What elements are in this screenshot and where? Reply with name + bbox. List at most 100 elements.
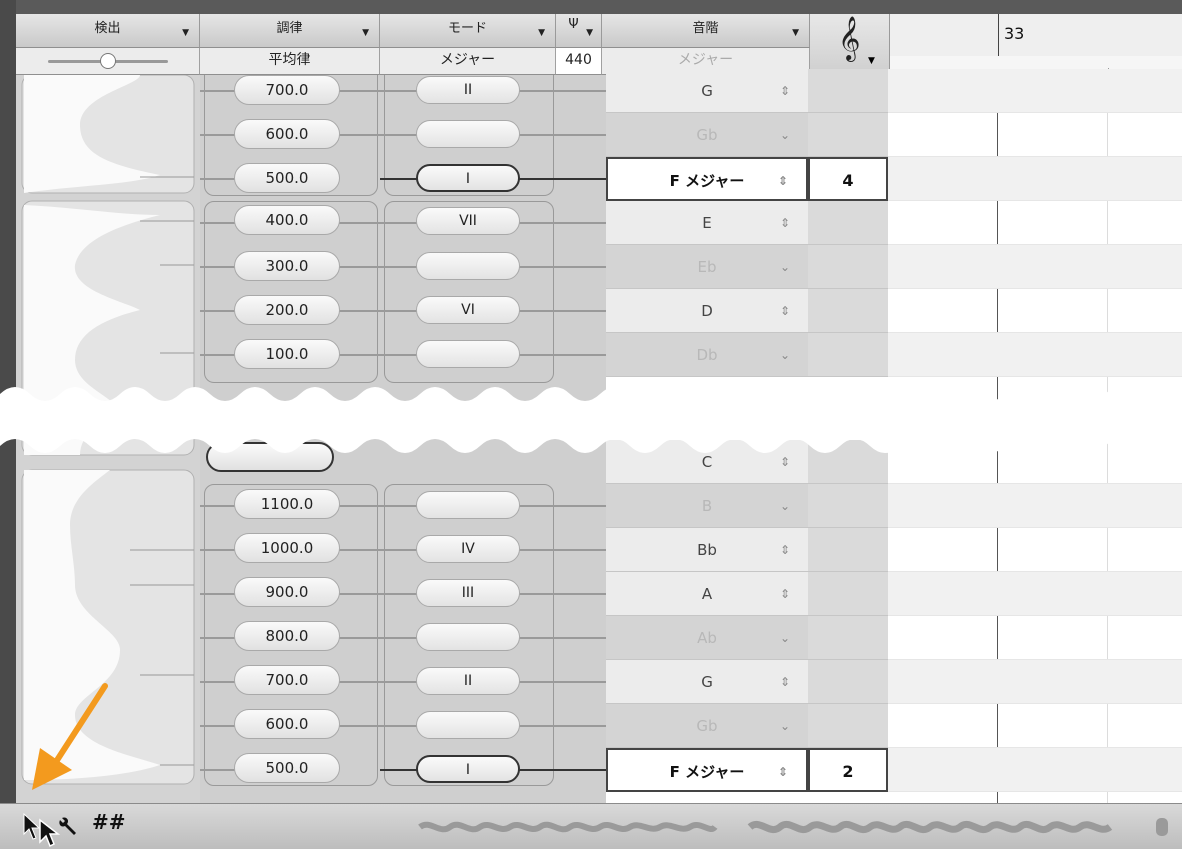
scale-cell[interactable]: Ab ⌄ xyxy=(606,616,808,660)
grid-row xyxy=(888,572,1182,616)
cents-pill[interactable]: 500.0 xyxy=(234,753,340,783)
octave-cell[interactable]: 2 xyxy=(808,748,888,792)
chevron-down-icon: ⌄ xyxy=(779,128,790,142)
stepper-icon: ⇕ xyxy=(777,765,788,779)
note-label: G xyxy=(701,82,713,100)
scale-cell-selected[interactable]: F メジャー ⇕ xyxy=(606,157,808,201)
cents-pill[interactable]: 700.0 xyxy=(234,665,340,695)
scale-cell[interactable]: Gb ⌄ xyxy=(606,113,808,157)
mode-value[interactable]: メジャー xyxy=(380,48,556,75)
scale-cell[interactable]: Bb ⇕ xyxy=(606,528,808,572)
cents-pill[interactable]: 100.0 xyxy=(234,339,340,369)
cents-pill[interactable]: 600.0 xyxy=(234,709,340,739)
octave-cell[interactable] xyxy=(808,704,888,748)
mode-pill[interactable]: II xyxy=(416,76,520,104)
octave-cell[interactable] xyxy=(808,245,888,289)
scale-cell[interactable]: G ⇕ xyxy=(606,660,808,704)
clef-header[interactable]: 𝄞 ▼ xyxy=(810,14,890,75)
cents-pill[interactable]: 1000.0 xyxy=(234,533,340,563)
scale-cell[interactable]: E ⇕ xyxy=(606,201,808,245)
detect-header-label: 検出 xyxy=(94,21,121,36)
note-label: Eb xyxy=(697,258,717,276)
mouse-cursor-icon xyxy=(39,818,60,848)
wrench-icon[interactable] xyxy=(58,814,80,836)
mode-pill[interactable]: II xyxy=(416,667,520,695)
chevron-down-icon: ▼ xyxy=(538,28,545,38)
detect-header[interactable]: 検出 ▼ xyxy=(16,14,200,48)
note-label: Gb xyxy=(696,126,718,144)
scale-cell-selected[interactable]: F メジャー ⇕ xyxy=(606,748,808,792)
mode-pill[interactable]: III xyxy=(416,579,520,607)
grid-row xyxy=(888,528,1182,572)
overview-waveform[interactable] xyxy=(410,814,1182,840)
octave-cell[interactable] xyxy=(808,201,888,245)
cents-pill[interactable]: 600.0 xyxy=(234,119,340,149)
mode-pill[interactable]: IV xyxy=(416,535,520,563)
mode-pill[interactable] xyxy=(416,340,520,368)
chevron-down-icon: ⌄ xyxy=(779,719,790,733)
bar-line xyxy=(998,14,999,56)
mode-pill[interactable]: VII xyxy=(416,207,520,235)
cents-pill[interactable]: 1100.0 xyxy=(234,489,340,519)
tuning-value[interactable]: 平均律 xyxy=(200,48,380,75)
cents-pill[interactable]: 700.0 xyxy=(234,75,340,105)
octave-cell[interactable] xyxy=(808,572,888,616)
octave-cell[interactable] xyxy=(808,484,888,528)
cents-pill[interactable]: 900.0 xyxy=(234,577,340,607)
pitch-header[interactable]: Ψ ▼ xyxy=(556,14,602,48)
scale-header[interactable]: 音階 ▼ xyxy=(602,14,810,48)
cents-pill[interactable]: 300.0 xyxy=(234,251,340,281)
stepper-icon: ⇕ xyxy=(779,304,790,318)
octave-cell[interactable] xyxy=(808,333,888,377)
mode-pill[interactable]: VI xyxy=(416,296,520,324)
scale-cell[interactable]: Gb ⌄ xyxy=(606,704,808,748)
stepper-icon: ⇕ xyxy=(779,216,790,230)
scale-cell[interactable]: G ⇕ xyxy=(606,69,808,113)
window-top-frame xyxy=(0,0,1182,14)
grid-row xyxy=(888,113,1182,157)
scale-cell[interactable]: Eb ⌄ xyxy=(606,245,808,289)
octave-cell[interactable] xyxy=(808,113,888,157)
mode-pill[interactable] xyxy=(416,623,520,651)
chevron-down-icon: ▼ xyxy=(362,28,369,38)
note-label: E xyxy=(702,214,712,232)
slider-thumb[interactable] xyxy=(100,53,116,69)
cents-pill[interactable]: 400.0 xyxy=(234,205,340,235)
mode-pill-selected[interactable]: I xyxy=(416,164,520,192)
mode-pill[interactable] xyxy=(416,491,520,519)
mode-pill[interactable] xyxy=(416,120,520,148)
grid-row xyxy=(888,289,1182,333)
grid-row xyxy=(888,704,1182,748)
octave-cell[interactable] xyxy=(808,660,888,704)
grid-row xyxy=(888,201,1182,245)
timeline-ruler[interactable]: 33 xyxy=(890,14,1182,57)
mode-pill[interactable] xyxy=(416,711,520,739)
scale-cell[interactable]: D ⇕ xyxy=(606,289,808,333)
cents-pill[interactable]: 500.0 xyxy=(234,163,340,193)
mode-header-label: モード xyxy=(447,21,487,36)
mode-header[interactable]: モード ▼ xyxy=(380,14,556,48)
octave-cell[interactable] xyxy=(808,69,888,113)
octave-cell[interactable] xyxy=(808,528,888,572)
mode-pill-selected[interactable]: I xyxy=(416,755,520,783)
chevron-down-icon: ▼ xyxy=(792,28,799,38)
stepper-icon: ⇕ xyxy=(779,84,790,98)
detect-slider[interactable] xyxy=(16,48,200,75)
mode-pill[interactable] xyxy=(416,252,520,280)
sharp-scale-icon[interactable]: ## xyxy=(92,810,126,834)
scale-cell[interactable]: A ⇕ xyxy=(606,572,808,616)
cents-pill[interactable]: 200.0 xyxy=(234,295,340,325)
scale-cell[interactable]: Db ⌄ xyxy=(606,333,808,377)
cents-pill[interactable]: 800.0 xyxy=(234,621,340,651)
grid-row xyxy=(888,484,1182,528)
chevron-down-icon: ⌄ xyxy=(779,499,790,513)
scale-cell[interactable]: B ⌄ xyxy=(606,484,808,528)
tuning-header[interactable]: 調律 ▼ xyxy=(200,14,380,48)
note-label: Ab xyxy=(697,629,717,647)
octave-cell[interactable] xyxy=(808,616,888,660)
octave-cell[interactable]: 4 xyxy=(808,157,888,201)
grid-row xyxy=(888,748,1182,792)
reference-pitch-value[interactable]: 440 xyxy=(556,48,602,75)
octave-cell[interactable] xyxy=(808,289,888,333)
note-label: Db xyxy=(696,346,718,364)
